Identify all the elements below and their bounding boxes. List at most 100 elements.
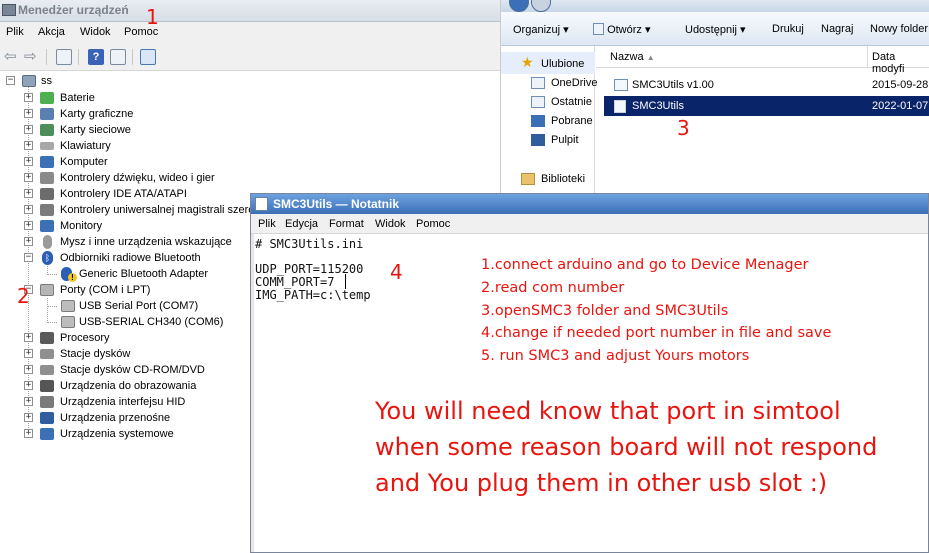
desktop-icon (531, 134, 545, 146)
print-button[interactable]: Drukuj (772, 23, 804, 35)
system-device-icon (40, 428, 54, 440)
monitor-icon (40, 220, 54, 232)
expand-icon[interactable]: + (24, 237, 33, 246)
serial-port-icon (61, 300, 75, 312)
onedrive-icon (531, 77, 545, 89)
share-button[interactable]: Udostępnij ▾ (685, 23, 746, 36)
organize-button[interactable]: Organizuj ▾ (513, 23, 569, 36)
menu-plik[interactable]: Plik (258, 218, 276, 230)
menu-plik[interactable]: Plik (6, 26, 24, 38)
tree-node-label: Stacje dysków (60, 348, 131, 360)
expand-icon[interactable]: + (24, 157, 33, 166)
libraries-icon (521, 173, 535, 185)
computer-icon (40, 156, 54, 168)
file-date: 2022-01-07 (872, 100, 929, 112)
file-list: SMC3Utils v1.00 2015-09-28 SMC3Utils 202… (596, 68, 929, 195)
view-icon[interactable] (110, 49, 126, 65)
step-1: 1.connect arduino and go to Device Menag… (481, 257, 809, 273)
config-file-icon (614, 100, 626, 113)
tree-node-label: Kontrolery uniwersalnej magistrali szere (60, 204, 255, 216)
tree-node-label: Procesory (60, 332, 110, 344)
step-3: 3.openSMC3 folder and SMC3Utils (481, 303, 729, 319)
device-manager-toolbar: ⇦ ⇨ ? (0, 43, 500, 71)
expand-icon[interactable]: + (24, 125, 33, 134)
menu-widok[interactable]: Widok (375, 218, 406, 230)
burn-button[interactable]: Nagraj (821, 23, 853, 35)
computer-icon (22, 75, 36, 87)
help-icon[interactable]: ? (88, 49, 104, 65)
tree-node-label: Baterie (60, 92, 95, 104)
back-button[interactable] (509, 0, 529, 12)
expand-icon[interactable]: + (24, 189, 33, 198)
file-row-selected[interactable]: SMC3Utils 2022-01-07 (604, 96, 929, 116)
nav-onedrive[interactable]: OneDrive (551, 77, 597, 89)
notepad-icon (255, 197, 268, 211)
step-5: 5. run SMC3 and adjust Yours motors (481, 348, 750, 364)
expand-icon[interactable]: + (24, 429, 33, 438)
expand-icon[interactable]: + (24, 397, 33, 406)
file-row[interactable]: SMC3Utils v1.00 2015-09-28 (604, 75, 929, 95)
scan-hardware-icon[interactable] (140, 49, 156, 65)
step-4: 4.change if needed port number in file a… (481, 325, 832, 341)
toolbar-separator (132, 49, 133, 65)
toolbar-separator (78, 49, 79, 65)
forward-button[interactable] (531, 0, 551, 12)
nav-desktop[interactable]: Pulpit (551, 134, 579, 146)
usb-controller-icon (40, 204, 54, 216)
port-icon (40, 284, 54, 296)
expand-icon[interactable]: + (24, 365, 33, 374)
properties-icon[interactable] (56, 49, 72, 65)
nav-downloads[interactable]: Pobrane (551, 115, 593, 127)
tree-node-label: Urządzenia systemowe (60, 428, 174, 440)
tree-node-label: Porty (COM i LPT) (60, 284, 151, 296)
menu-akcja[interactable]: Akcja (38, 26, 65, 38)
column-name[interactable]: Nazwa ▲ (610, 51, 655, 63)
tree-node-label: Stacje dysków CD-ROM/DVD (60, 364, 205, 376)
collapse-icon[interactable]: − (24, 253, 33, 262)
expand-icon[interactable]: + (24, 349, 33, 358)
text-cursor (345, 274, 346, 289)
expand-icon[interactable]: + (24, 141, 33, 150)
camera-icon (40, 380, 54, 392)
explorer-nav-strip (501, 0, 929, 12)
tree-node-label: Kontrolery IDE ATA/ATAPI (60, 188, 187, 200)
file-name: SMC3Utils v1.00 (632, 79, 714, 91)
sort-ascending-icon: ▲ (646, 53, 655, 62)
collapse-icon[interactable]: − (6, 76, 15, 85)
tree-node-label: USB Serial Port (COM7) (79, 300, 199, 312)
battery-icon (40, 92, 54, 104)
open-button[interactable]: Otwórz ▾ (593, 23, 650, 36)
tree-line (48, 322, 57, 323)
expand-icon[interactable]: + (24, 381, 33, 390)
file-line: # SMC3Utils.ini (255, 237, 364, 251)
menu-format[interactable]: Format (329, 218, 364, 230)
explorer-window: Organizuj ▾ Otwórz ▾ Udostępnij ▾ Drukuj… (500, 0, 929, 195)
bluetooth-icon: ᛒ (42, 251, 53, 265)
nav-libraries[interactable]: Biblioteki (541, 173, 585, 185)
expand-icon[interactable]: + (24, 205, 33, 214)
notepad-title: SMC3Utils — Notatnik (273, 197, 400, 211)
back-arrow-icon[interactable]: ⇦ (4, 49, 20, 65)
tree-line (47, 298, 48, 323)
note-line: when some reason board will not respond (375, 433, 878, 461)
expand-icon[interactable]: + (24, 93, 33, 102)
notepad-titlebar: SMC3Utils — Notatnik (251, 194, 928, 214)
ide-controller-icon (40, 188, 54, 200)
new-folder-button[interactable]: Nowy folder (870, 23, 928, 35)
nav-recent[interactable]: Ostatnie (551, 96, 592, 108)
expand-icon[interactable]: + (24, 173, 33, 182)
file-line: UDP_PORT=115200 (255, 262, 364, 276)
nav-favorites[interactable]: Ulubione (541, 58, 584, 70)
expand-icon[interactable]: + (24, 109, 33, 118)
device-manager-title: Menedżer urządzeń (18, 3, 129, 17)
expand-icon[interactable]: + (24, 413, 33, 422)
menu-pomoc[interactable]: Pomoc (416, 218, 450, 230)
expand-icon[interactable]: + (24, 333, 33, 342)
menu-widok[interactable]: Widok (80, 26, 111, 38)
expand-icon[interactable]: + (24, 221, 33, 230)
menu-edycja[interactable]: Edycja (285, 218, 318, 230)
forward-arrow-icon[interactable]: ⇨ (24, 49, 40, 65)
file-name: SMC3Utils (632, 100, 684, 112)
tree-root-label: ss (41, 75, 52, 87)
open-icon (593, 23, 604, 35)
